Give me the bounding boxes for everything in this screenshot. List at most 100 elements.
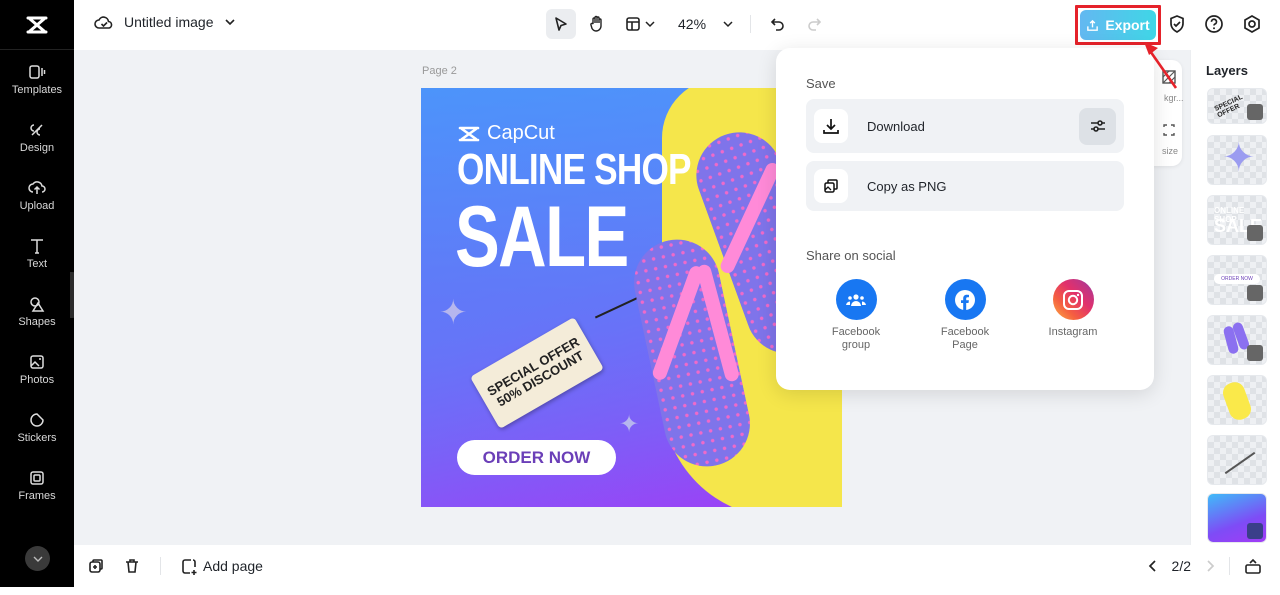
pointer-icon [555, 17, 567, 31]
sidebar-label: Stickers [17, 431, 57, 444]
sidebar-item-templates[interactable]: Templates [0, 50, 74, 108]
instagram-glyph-icon [1063, 289, 1083, 310]
facebook-f-icon [955, 289, 975, 310]
download-label: Download [867, 118, 925, 134]
sidebar-item-design[interactable]: Design [0, 108, 74, 166]
shapes-icon [30, 296, 45, 312]
share-upload-icon [1087, 19, 1099, 31]
select-tool-button[interactable] [546, 9, 576, 39]
layer-item-headline-text[interactable]: ONLINE SHOP SALE [1207, 195, 1267, 245]
instagram-icon [1052, 279, 1094, 320]
share-section-title: Share on social [806, 248, 896, 263]
layer-item-sparkle[interactable]: ✦ [1207, 135, 1267, 185]
expand-pages-icon[interactable] [1244, 557, 1262, 575]
previous-page-icon[interactable] [1148, 559, 1158, 573]
share-instagram[interactable]: Instagram [1028, 279, 1118, 339]
layer-preview [1220, 379, 1254, 423]
stickers-icon [30, 412, 44, 427]
social-label: group [841, 339, 871, 351]
duplicate-page-icon[interactable] [88, 558, 104, 574]
design-icon [30, 123, 43, 136]
left-sidebar: Templates Design Upload Text Shapes Phot… [0, 0, 74, 587]
layer-badge-icon [1247, 285, 1263, 301]
sparkle-icon[interactable]: ✦ [439, 296, 468, 330]
redo-button[interactable] [799, 9, 829, 39]
capcut-logo[interactable] [0, 0, 74, 50]
document-title[interactable]: Untitled image [94, 14, 236, 30]
copy-as-png-label: Copy as PNG [867, 178, 947, 194]
headline-text[interactable]: ONLINE SHOP [457, 146, 692, 194]
sidebar-label: Upload [19, 199, 55, 212]
document-title-text: Untitled image [124, 14, 214, 30]
sparkle-icon[interactable]: ✦ [619, 413, 639, 437]
top-bar: Untitled image 42% Export [74, 0, 1280, 50]
layer-item-background[interactable] [1207, 493, 1267, 543]
sidebar-item-text[interactable]: Text [0, 224, 74, 282]
sidebar-item-frames[interactable]: Frames [0, 456, 74, 514]
more-apps-button[interactable] [25, 546, 50, 571]
layer-preview: ORDER NOW [1214, 274, 1260, 284]
layers-title: Layers [1206, 63, 1248, 78]
copy-as-png-option[interactable]: Copy as PNG [806, 161, 1124, 211]
resize-icon[interactable] [1162, 123, 1176, 137]
layer-preview-sparkle-icon: ✦ [1222, 136, 1256, 180]
capcut-logo-icon [458, 126, 480, 141]
copy-icon-box [814, 169, 848, 203]
window-bottom-edge [0, 587, 1280, 595]
sidebar-item-photos[interactable]: Photos [0, 340, 74, 398]
canvas-tools: 42% [546, 9, 829, 39]
bottom-bar: Add page 2/2 [74, 545, 1280, 587]
templates-icon [29, 64, 46, 79]
brand-logo[interactable]: CapCut [457, 122, 555, 145]
sidebar-item-shapes[interactable]: Shapes [0, 282, 74, 340]
layer-item-flip-flops[interactable] [1207, 315, 1267, 365]
divider [160, 557, 161, 575]
social-label: Facebook [940, 326, 990, 338]
help-icon[interactable] [1204, 14, 1224, 34]
capcut-editor: Templates Design Upload Text Shapes Phot… [0, 0, 1280, 595]
background-label: kgr... [1164, 93, 1184, 103]
social-label: Instagram [1048, 326, 1098, 338]
sale-text[interactable]: SALE [455, 192, 629, 282]
download-settings-button[interactable] [1079, 107, 1116, 145]
cloud-saved-icon [94, 16, 113, 29]
order-now-button[interactable]: ORDER NOW [457, 440, 616, 475]
page-indicator: 2/2 [1171, 558, 1191, 574]
chevron-down-icon [33, 556, 42, 562]
zoom-level[interactable]: 42% [678, 16, 706, 32]
copy-image-icon [824, 179, 838, 193]
hand-tool-button[interactable] [582, 9, 612, 39]
download-icon-box [814, 109, 848, 143]
sidebar-item-upload[interactable]: Upload [0, 166, 74, 224]
zoom-dropdown-button[interactable] [718, 9, 738, 39]
upload-icon [28, 180, 46, 194]
download-icon [823, 119, 839, 134]
sidebar-label: Text [26, 257, 48, 270]
layer-item-order-now[interactable]: ORDER NOW [1207, 255, 1267, 305]
sidebar-item-stickers[interactable]: Stickers [0, 398, 74, 456]
add-page-icon [182, 558, 197, 575]
trash-icon[interactable] [124, 558, 140, 574]
add-page-label: Add page [203, 558, 263, 574]
divider [1229, 557, 1230, 575]
export-popup: Save Download Copy as PNG Share on socia… [776, 48, 1154, 390]
download-option[interactable]: Download [806, 99, 1124, 153]
photos-icon [30, 354, 44, 369]
layout-menu-button[interactable] [618, 9, 662, 39]
undo-button[interactable] [763, 9, 793, 39]
export-button[interactable]: Export [1080, 10, 1156, 40]
header-right-icons [1168, 14, 1262, 34]
shield-check-icon[interactable] [1168, 14, 1186, 34]
text-icon [31, 238, 43, 254]
social-label: Page [952, 339, 978, 351]
settings-icon[interactable] [1242, 14, 1262, 34]
share-facebook-group[interactable]: Facebook group [811, 279, 901, 352]
share-facebook-page[interactable]: Facebook Page [920, 279, 1010, 352]
add-page-button[interactable]: Add page [181, 558, 263, 575]
layer-item-special-offer-tag[interactable]: SPECIAL OFFER [1207, 88, 1267, 124]
facebook-group-icon [835, 279, 877, 320]
sidebar-label: Design [19, 141, 55, 154]
layer-item-tag-string[interactable] [1207, 435, 1267, 485]
next-page-icon[interactable] [1205, 559, 1215, 573]
layer-item-yellow-blob[interactable] [1207, 375, 1267, 425]
